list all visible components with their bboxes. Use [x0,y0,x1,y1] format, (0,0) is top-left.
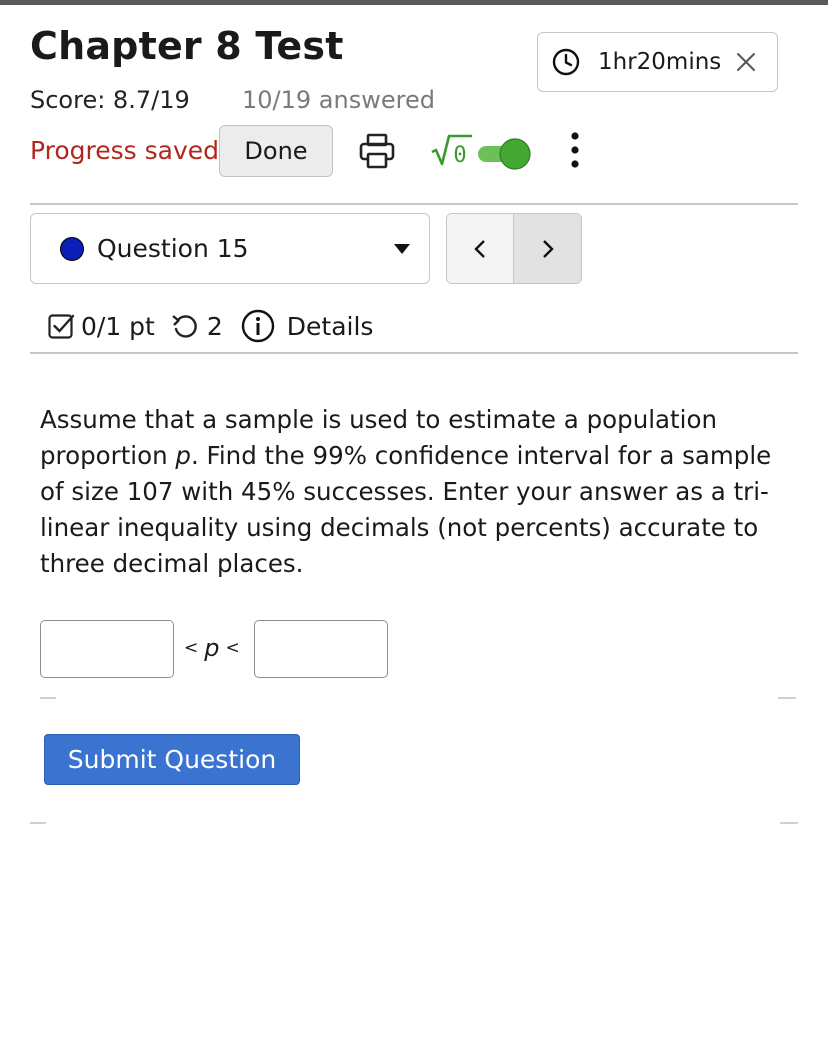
timer-box[interactable]: 1hr20mins [537,32,778,92]
question-text: Assume that a sample is used to estimate… [40,402,800,582]
dropdown-caret-icon [394,244,410,254]
points-text: 0/1 pt [81,311,155,341]
less-than-symbol: < [184,638,199,658]
question-select[interactable]: Question 15 [30,213,430,284]
math-entry-icon[interactable]: 0 [430,130,474,170]
submit-question-button[interactable]: Submit Question [44,734,300,785]
close-icon[interactable] [735,51,757,73]
details-link[interactable]: Details [287,312,374,341]
printer-icon[interactable] [357,131,397,171]
clock-icon [552,48,580,76]
question-nav-buttons [446,213,582,284]
score-text: Score: 8.7/19 [30,86,190,114]
question-select-label: Question 15 [97,234,249,263]
section-edge-mark [40,697,56,699]
question-status-dot [60,236,84,261]
upper-bound-input[interactable] [254,620,388,678]
checkbox-score-icon [48,314,75,339]
svg-text:0: 0 [453,143,466,168]
retry-icon [172,315,197,338]
lower-bound-input[interactable] [40,620,174,678]
more-options-icon[interactable] [566,130,584,170]
section-edge-mark [780,822,798,824]
retries-count: 2 [206,311,223,341]
page-title: Chapter 8 Test [30,24,344,68]
top-border [0,0,828,5]
timer-value: 1hr20mins [598,49,722,75]
math-toggle-switch[interactable] [476,137,534,171]
meta-divider [30,352,798,354]
inequality-variable: p [204,634,220,662]
chevron-right-icon [542,239,554,258]
next-question-button[interactable] [514,214,581,283]
progress-status: Progress saved [30,136,220,165]
section-edge-mark [778,697,796,699]
question-variable: p [175,441,191,470]
info-icon[interactable] [241,309,275,343]
question-meta: 0/1 pt 2 Details [47,306,373,346]
section-edge-mark [30,822,46,824]
answered-count: 10/19 answered [242,86,435,114]
header-divider [30,203,798,205]
done-button[interactable]: Done [219,125,333,177]
chevron-left-icon [474,239,485,258]
previous-question-button[interactable] [447,214,514,283]
inequality-expression: < p < [184,634,240,662]
less-than-symbol: < [225,638,240,658]
